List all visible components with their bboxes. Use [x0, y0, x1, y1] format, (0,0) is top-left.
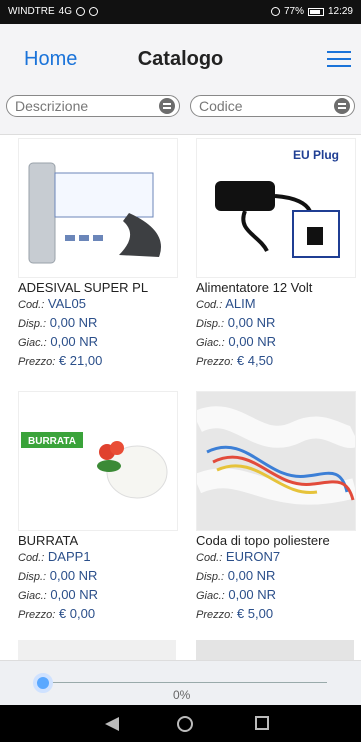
back-icon[interactable] [105, 717, 119, 731]
hamburger-menu-icon[interactable] [327, 51, 351, 69]
product-name: Alimentatore 12 Volt [196, 280, 313, 295]
battery-icon [307, 7, 324, 16]
product-availability: 0,00 NR [49, 315, 98, 330]
product-name: ADESIVAL SUPER PL [18, 280, 149, 295]
search-bar: Descrizione Codice [0, 95, 361, 135]
product-card[interactable]: BURRATA BURRATA Cod.: DAPP1 Disp.: 0,00 … [18, 391, 178, 624]
whatsapp-icon [89, 7, 99, 16]
product-card[interactable]: EU Plug Alimentatore 12 Volt Cod.: ALIM … [196, 138, 356, 371]
product-code: DAPP1 [47, 549, 91, 564]
product-image-coda-di-topo[interactable] [196, 391, 356, 531]
product-price: € 5,00 [236, 606, 274, 621]
code-search-input[interactable]: Codice [190, 95, 355, 117]
signal-icon [76, 7, 86, 16]
code-filter-icon[interactable] [334, 98, 350, 114]
battery-percent: 77% [283, 6, 304, 17]
recent-apps-icon[interactable] [255, 716, 269, 730]
disp-label: Disp.: [196, 318, 225, 330]
product-price: € 21,00 [58, 353, 103, 368]
disp-label: Disp.: [18, 318, 47, 330]
product-stock: 0,00 NR [228, 587, 277, 602]
giac-label: Giac.: [196, 590, 225, 602]
product-image-alimentatore[interactable]: EU Plug [196, 138, 356, 278]
home-link[interactable]: Home [24, 48, 77, 71]
product-price: € 4,50 [236, 353, 274, 368]
cod-label: Cod.: [196, 552, 223, 564]
product-name: BURRATA [18, 533, 79, 548]
description-filter-icon[interactable] [159, 98, 175, 114]
cod-label: Cod.: [196, 299, 223, 311]
carrier-label: WINDTRE [8, 6, 55, 17]
product-availability: 0,00 NR [49, 568, 98, 583]
description-placeholder: Descrizione [15, 98, 89, 114]
progress-slider-bar: 0% [0, 660, 361, 706]
giac-label: Giac.: [18, 337, 47, 349]
disp-label: Disp.: [196, 571, 225, 583]
giac-label: Giac.: [18, 590, 47, 602]
product-card[interactable]: ADESIVAL SUPER PL Cod.: VAL05 Disp.: 0,0… [18, 138, 178, 371]
cod-label: Cod.: [18, 552, 45, 564]
slider-track[interactable] [40, 682, 327, 683]
prezzo-label: Prezzo: [18, 356, 56, 368]
cod-label: Cod.: [18, 299, 45, 311]
system-nav-bar [0, 705, 361, 742]
app-header: Catalogo Home [0, 24, 361, 96]
disp-label: Disp.: [18, 571, 47, 583]
product-availability: 0,00 NR [227, 315, 276, 330]
eu-plug-badge: EU Plug [293, 148, 339, 162]
product-name: Coda di topo poliestere [196, 533, 330, 548]
prezzo-label: Prezzo: [196, 356, 234, 368]
product-price: € 0,00 [58, 606, 96, 621]
giac-label: Giac.: [196, 337, 225, 349]
slider-thumb[interactable] [33, 673, 53, 693]
product-image-partial[interactable] [196, 640, 354, 660]
prezzo-label: Prezzo: [18, 609, 56, 621]
product-code: EURON7 [225, 549, 281, 564]
description-search-input[interactable]: Descrizione [6, 95, 180, 117]
product-code: ALIM [225, 296, 256, 311]
home-circle-icon[interactable] [177, 716, 193, 732]
product-code: VAL05 [47, 296, 86, 311]
product-availability: 0,00 NR [227, 568, 276, 583]
prezzo-label: Prezzo: [196, 609, 234, 621]
code-placeholder: Codice [199, 98, 243, 114]
product-image-burrata[interactable]: BURRATA [18, 391, 178, 531]
product-card[interactable]: Coda di topo poliestere Cod.: EURON7 Dis… [196, 391, 356, 624]
slider-percent: 0% [173, 688, 191, 702]
alarm-icon [270, 7, 280, 16]
product-image-adesival[interactable] [18, 138, 178, 278]
product-image-partial[interactable] [18, 640, 176, 660]
product-stock: 0,00 NR [228, 334, 277, 349]
burrata-badge: BURRATA [28, 436, 76, 447]
product-stock: 0,00 NR [50, 587, 99, 602]
status-bar: WINDTRE 4G 77% 12:29 [0, 0, 361, 24]
network-label: 4G [58, 6, 73, 17]
product-stock: 0,00 NR [50, 334, 99, 349]
divider [0, 134, 361, 135]
clock: 12:29 [327, 6, 353, 17]
